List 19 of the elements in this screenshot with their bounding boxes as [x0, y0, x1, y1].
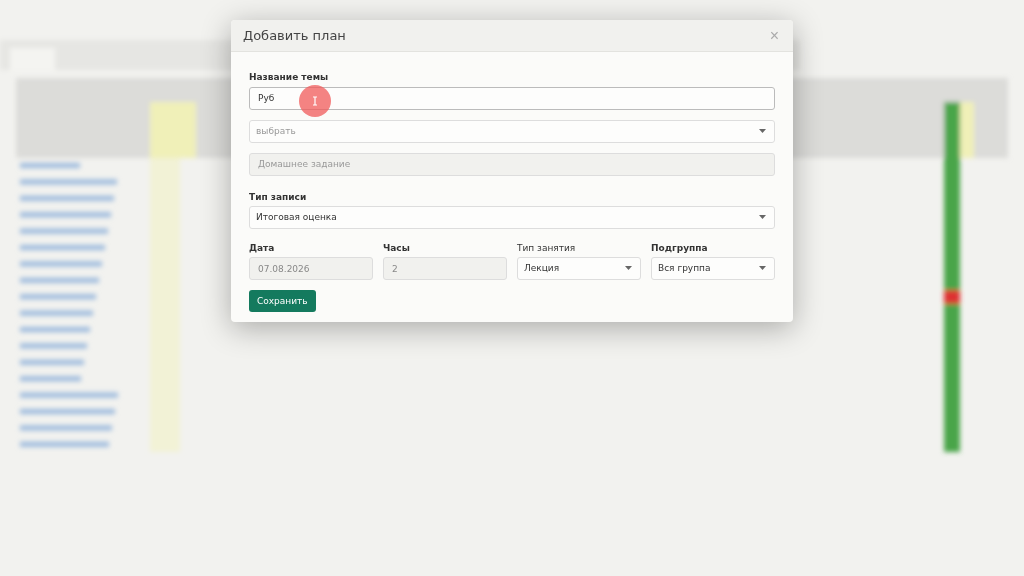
topic-input-field[interactable]: Руб — [249, 86, 775, 110]
field-label: Подгруппа — [651, 242, 709, 253]
record-type-select[interactable]: Итоговая оценка — [249, 205, 775, 229]
caret-icon — [759, 215, 766, 219]
caret-icon — [759, 266, 766, 270]
caret-icon — [759, 129, 766, 133]
caret-icon — [625, 266, 632, 270]
topic-select[interactable]: выбрать — [249, 119, 775, 143]
dropdown-select[interactable]: Вся группа — [651, 256, 775, 280]
field-label: Название темы — [249, 72, 330, 82]
dropdown-select[interactable]: Лекция — [517, 256, 641, 280]
field-label: Тип записи — [249, 191, 308, 202]
homework-input-field[interactable]: Домашнее задание — [249, 152, 775, 176]
field-label: Тип занятия — [517, 242, 577, 253]
click-indicator-icon — [299, 85, 331, 117]
dialog-title: Добавить план — [243, 28, 346, 43]
field-label: Дата — [249, 242, 276, 253]
field-label: Часы — [383, 242, 411, 253]
save-button[interactable]: Сохранить — [249, 290, 316, 312]
